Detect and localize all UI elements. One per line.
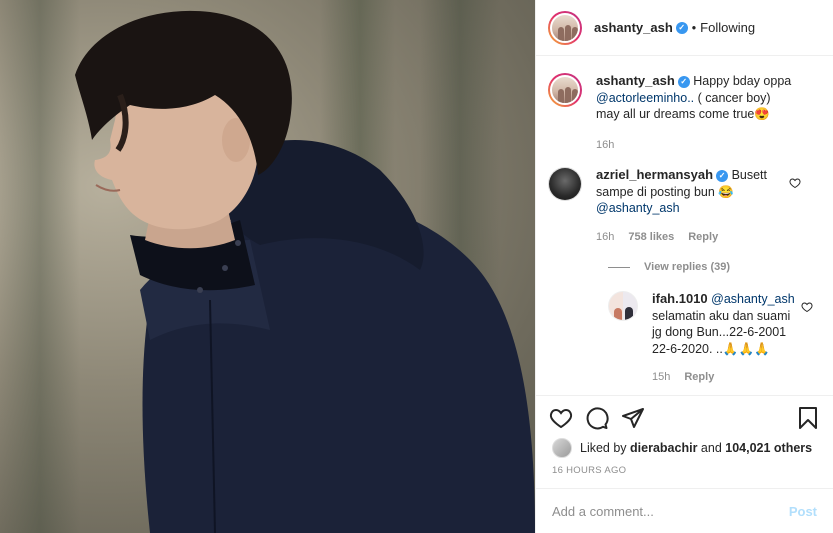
reply-reply-button[interactable]: Reply bbox=[684, 369, 714, 386]
following-button[interactable]: Following bbox=[700, 20, 755, 35]
share-icon[interactable] bbox=[620, 405, 646, 431]
caption-comment: ashanty_ash ✓ Happy bday oppa @actorleemi… bbox=[548, 73, 821, 153]
comment-item: azriel_hermansyah ✓ Busett sampe di posti… bbox=[548, 167, 821, 245]
commenter-avatar[interactable] bbox=[548, 167, 582, 201]
likes-prefix: Liked by bbox=[580, 441, 627, 455]
likes-summary: Liked by dierabachir and 104,021 others bbox=[552, 438, 821, 458]
header-separator: • bbox=[691, 20, 697, 35]
view-replies-label: View replies (39) bbox=[644, 261, 731, 273]
action-bar bbox=[536, 395, 833, 439]
likes-count[interactable]: 104,021 others bbox=[725, 441, 812, 455]
caption-time[interactable]: 16h bbox=[596, 137, 614, 154]
post-header: ashanty_ash ✓ • Following bbox=[536, 0, 833, 56]
likes-middle: and bbox=[700, 441, 722, 455]
view-replies-line bbox=[608, 266, 630, 268]
comment-like-heart-icon[interactable] bbox=[789, 177, 801, 189]
reply-username[interactable]: ifah.1010 bbox=[652, 291, 708, 306]
post-sidebar: ashanty_ash ✓ • Following ashanty_ash ✓ … bbox=[535, 0, 833, 533]
commenter-username[interactable]: azriel_hermansyah bbox=[596, 167, 713, 182]
liker-avatar[interactable] bbox=[552, 438, 572, 458]
caption-avatar[interactable] bbox=[548, 73, 582, 107]
person-illustration bbox=[75, 10, 535, 533]
add-comment-input[interactable] bbox=[552, 503, 781, 519]
reply-like-heart-icon[interactable] bbox=[801, 301, 813, 313]
bookmark-icon[interactable] bbox=[795, 405, 821, 431]
verified-badge-icon: ✓ bbox=[675, 21, 688, 34]
caption-username[interactable]: ashanty_ash bbox=[596, 73, 675, 88]
like-heart-icon[interactable] bbox=[548, 405, 574, 431]
comment-reply-button[interactable]: Reply bbox=[688, 229, 718, 246]
view-replies-button[interactable]: View replies (39) bbox=[608, 261, 821, 273]
instagram-post-modal: ashanty_ash ✓ • Following ashanty_ash ✓ … bbox=[0, 0, 833, 533]
author-avatar[interactable] bbox=[548, 10, 582, 45]
post-comment-button[interactable]: Post bbox=[789, 504, 817, 519]
verified-badge-icon: ✓ bbox=[677, 75, 690, 88]
reply-time[interactable]: 15h bbox=[652, 369, 670, 386]
liker-username[interactable]: dierabachir bbox=[630, 441, 697, 455]
post-timestamp[interactable]: 16 HOURS AGO bbox=[552, 465, 626, 476]
comment-time[interactable]: 16h bbox=[596, 229, 614, 246]
author-username[interactable]: ashanty_ash bbox=[594, 20, 673, 35]
reply-avatar[interactable] bbox=[608, 291, 638, 321]
comment-icon[interactable] bbox=[584, 405, 610, 431]
add-comment-bar: Post bbox=[536, 488, 833, 533]
reply-item: ifah.1010 @ashanty_ash selamatin aku dan… bbox=[608, 291, 821, 386]
post-photo bbox=[0, 0, 535, 533]
comments-list: ashanty_ash ✓ Happy bday oppa @actorleemi… bbox=[536, 57, 833, 395]
verified-badge-icon: ✓ bbox=[716, 169, 729, 182]
comment-likes[interactable]: 758 likes bbox=[628, 229, 674, 246]
